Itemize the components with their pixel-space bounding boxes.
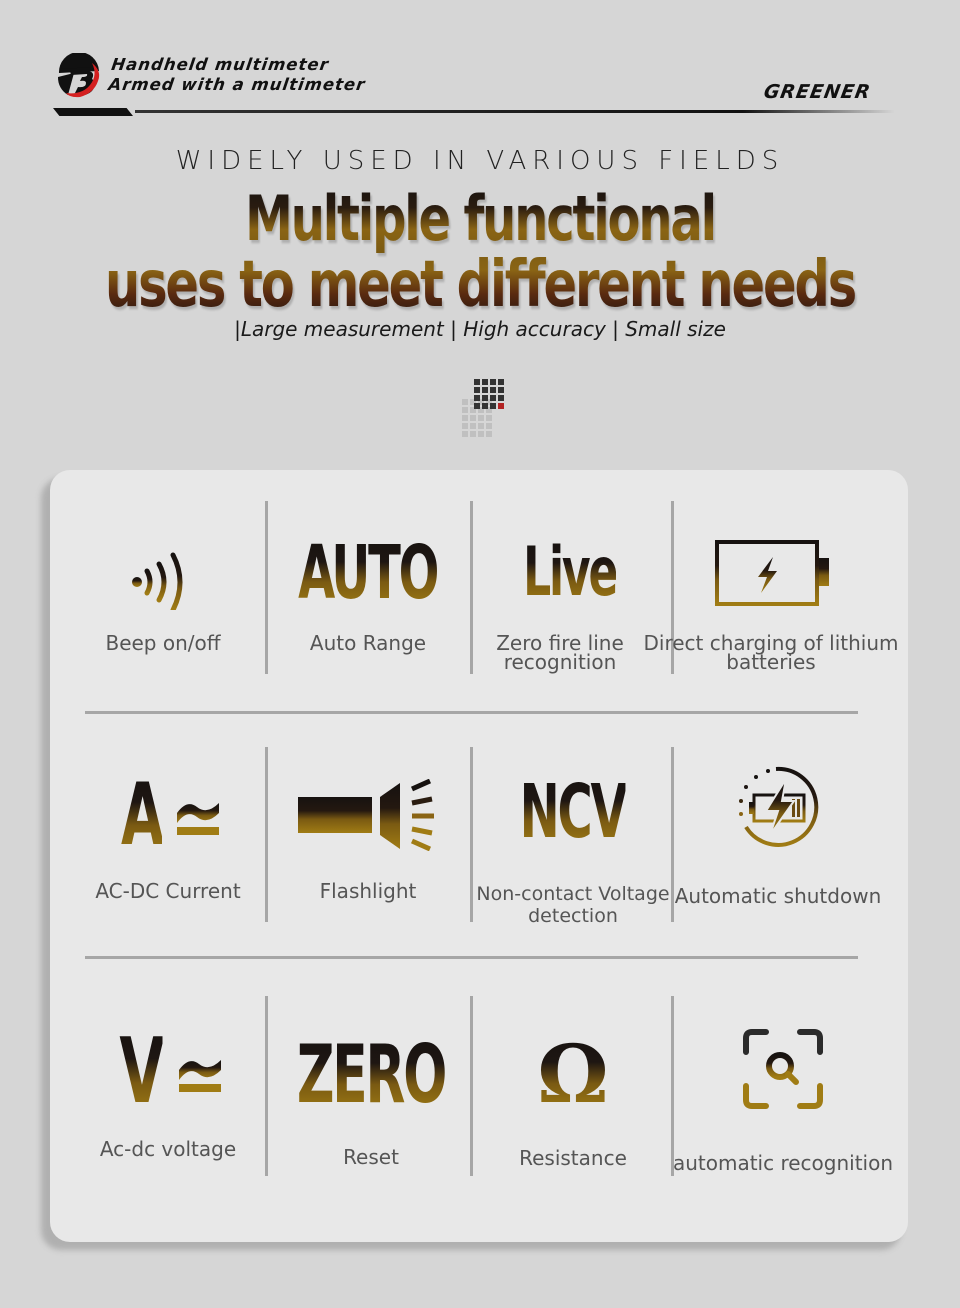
omega-icon: Ω	[473, 1027, 673, 1121]
pixel-cell	[490, 395, 496, 401]
feature-label: Resistance	[519, 1146, 627, 1170]
pixel-cell	[474, 395, 480, 401]
pixel-cell	[474, 403, 480, 409]
omega-text: Ω	[537, 1027, 609, 1121]
pixel-cell	[478, 431, 484, 437]
battery-charging-icon	[671, 540, 871, 608]
beep-sound-icon	[63, 540, 263, 610]
header: Handheld multimeter Armed with a multime…	[0, 0, 960, 130]
headline-line1-text: Multiple functional	[245, 182, 717, 255]
approx-equal-icon	[177, 803, 220, 835]
header-accent-bar	[53, 108, 133, 116]
ac-dc-current-icon: A	[68, 765, 268, 865]
feature-label: Automatic shutdown	[674, 884, 882, 908]
hero-kicker: WIDELY USED IN VARIOUS FIELDS	[175, 146, 785, 176]
pixel-cell	[498, 395, 504, 401]
brand-b-logo-icon	[57, 53, 100, 98]
current-a-text: A	[120, 765, 164, 865]
pixel-cell	[498, 403, 504, 409]
pixel-cell	[490, 403, 496, 409]
pixel-cell	[486, 423, 492, 429]
auto-text-icon: AUTO	[268, 530, 468, 616]
feature-label: Beep on/off	[105, 631, 221, 655]
pixel-cell	[470, 423, 476, 429]
approx-equal-icon	[178, 1060, 221, 1092]
pixel-cell	[470, 415, 476, 421]
row-divider	[85, 711, 858, 714]
ac-dc-voltage-icon: V	[68, 1019, 268, 1124]
pixel-cell	[490, 387, 496, 393]
zero-text: ZERO	[296, 1028, 447, 1121]
pixel-cell	[498, 387, 504, 393]
pixel-cell	[486, 431, 492, 437]
tagline-line1: Handheld multimeter	[110, 55, 331, 74]
header-tagline: Handheld multimeter Armed with a multime…	[107, 55, 369, 95]
pixel-cell	[474, 387, 480, 393]
tagline-line2: Armed with a multimeter	[107, 75, 367, 94]
feature-label: Non-contact Voltage detection	[476, 883, 670, 927]
pixel-cell	[462, 415, 468, 421]
feature-label: automatic recognition	[672, 1151, 894, 1175]
live-text-icon: Live	[470, 533, 670, 612]
pixel-cell	[498, 379, 504, 385]
headline-line2-text: uses to meet different needs	[104, 248, 857, 322]
voltage-v-text: V	[119, 1019, 165, 1124]
headline-line2: uses to meet different needs	[67, 252, 893, 318]
header-divider-line	[135, 110, 895, 113]
row-divider	[85, 956, 858, 959]
pixel-grid-icon	[462, 379, 508, 437]
pixel-cell	[482, 387, 488, 393]
pixel-cell	[462, 407, 468, 413]
pixel-cell	[482, 403, 488, 409]
headline-line1: Multiple functional	[67, 186, 893, 252]
pixel-cell	[486, 415, 492, 421]
scan-search-icon	[683, 1028, 883, 1110]
zero-text-icon: ZERO	[271, 1028, 471, 1121]
pixel-cell	[474, 379, 480, 385]
ncv-text-icon: NCV	[473, 769, 673, 855]
pixel-cell	[482, 395, 488, 401]
pixel-cell	[478, 423, 484, 429]
pixel-cell	[470, 431, 476, 437]
flashlight-icon	[268, 775, 468, 855]
auto-shutdown-icon	[678, 765, 878, 849]
pixel-cell	[482, 379, 488, 385]
feature-label: Flashlight	[319, 879, 417, 903]
feature-label: Direct charging of lithium batteries	[643, 631, 899, 674]
pixel-cell	[462, 431, 468, 437]
pixel-cell	[462, 399, 468, 405]
pixel-cell	[478, 415, 484, 421]
live-text: Live	[523, 533, 618, 612]
pixel-cell	[462, 423, 468, 429]
pixel-cell	[490, 379, 496, 385]
hero-subline: |Large measurement | High accuracy | Sma…	[234, 317, 726, 341]
auto-text: AUTO	[298, 530, 439, 616]
brand-name: GREENER	[762, 81, 873, 103]
ncv-text: NCV	[520, 769, 628, 855]
